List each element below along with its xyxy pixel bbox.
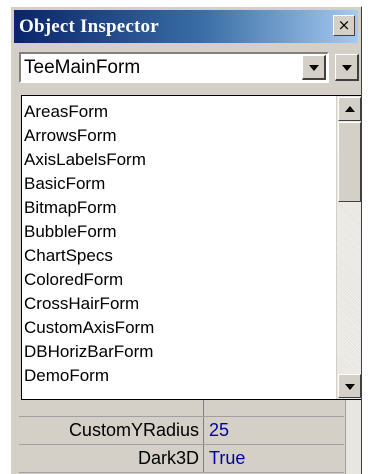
list-item[interactable]: DBHorizBarForm (23, 341, 334, 363)
property-grid-scrollbar[interactable] (345, 397, 361, 474)
title-bar[interactable]: Object Inspector × (14, 10, 358, 43)
list-item[interactable]: BubbleForm (23, 221, 334, 243)
dropdown-scrollbar[interactable] (336, 96, 361, 399)
side-dropdown-button[interactable] (335, 54, 359, 81)
chevron-down-icon (309, 65, 319, 71)
list-item[interactable]: CustomAxisForm (23, 317, 334, 339)
property-value[interactable]: 25 (209, 417, 229, 444)
window-title: Object Inspector (19, 16, 159, 37)
object-selector-combo[interactable]: TeeMainForm (19, 52, 329, 83)
property-grid: CustomYRadius 25 Dark3D True (19, 389, 344, 474)
list-item[interactable]: CrossHairForm (23, 293, 334, 315)
property-row-customyradius[interactable]: CustomYRadius 25 (19, 417, 344, 445)
property-name: Dark3D (19, 445, 204, 472)
list-item[interactable]: AxisLabelsForm (23, 149, 334, 171)
list-item[interactable]: DemoForm (23, 365, 334, 387)
list-item[interactable]: ChartSpecs (23, 245, 334, 267)
object-inspector-window: Object Inspector × TeeMainForm CustomYRa… (10, 6, 362, 474)
list-item[interactable]: ColoredForm (23, 269, 334, 291)
property-value[interactable]: True (209, 445, 245, 472)
property-name: CustomYRadius (19, 417, 204, 444)
chevron-down-icon (342, 65, 352, 71)
object-selector-value: TeeMainForm (24, 57, 141, 78)
list-item[interactable]: AreasForm (23, 101, 334, 123)
object-dropdown-list: AreasForm ArrowsForm AxisLabelsForm Basi… (21, 95, 361, 400)
object-selector-dropdown-button[interactable] (302, 55, 326, 80)
list-item[interactable]: BitmapForm (23, 197, 334, 219)
scroll-up-button[interactable] (338, 97, 361, 121)
scroll-down-button[interactable] (338, 374, 361, 398)
arrow-up-icon (345, 106, 355, 112)
property-row-dark3d[interactable]: Dark3D True (19, 445, 344, 473)
list-item[interactable]: BasicForm (23, 173, 334, 195)
list-item[interactable]: ArrowsForm (23, 125, 334, 147)
arrow-down-icon (345, 384, 355, 390)
scroll-thumb[interactable] (338, 122, 361, 202)
close-button[interactable]: × (333, 15, 355, 36)
close-icon: × (337, 16, 351, 34)
